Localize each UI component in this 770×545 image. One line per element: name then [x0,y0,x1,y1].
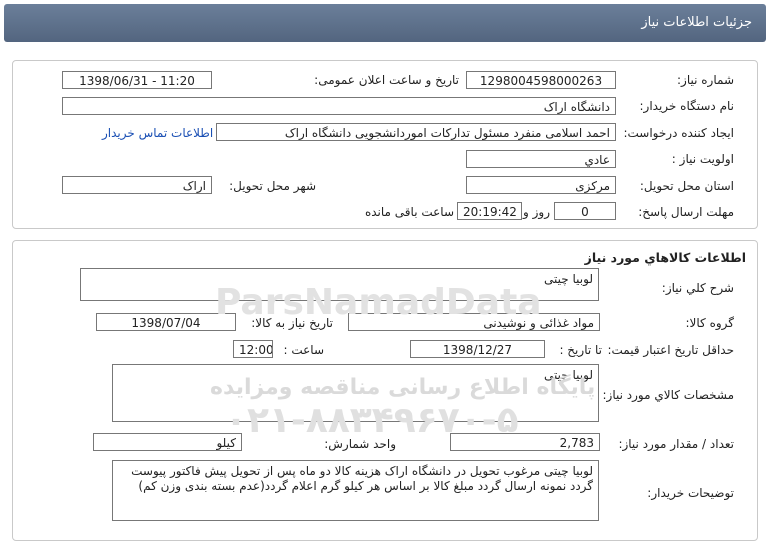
summary-field: لوبیا چیتی [80,268,599,301]
buyer-notes-label: توضیحات خریدار: [647,486,734,500]
days-field: 0 [554,202,616,220]
unit-label: واحد شمارش: [324,437,396,451]
province-label: استان محل تحویل: [639,179,734,193]
days-label: روز و [523,205,550,219]
buyer-org-label: نام دستگاه خریدار: [639,99,735,113]
group-field: مواد غذائی و نوشیدنی [348,313,600,331]
buyer-org-field: دانشگاه اراک [62,97,616,115]
page-header: جزئیات اطلاعات نیاز [4,4,766,42]
province-field: مرکزی [466,176,616,194]
qty-label: تعداد / مقدار مورد نیاز: [618,437,734,451]
announce-field: 1398/06/31 - 11:20 [62,71,212,89]
validity-date-field: 1398/12/27 [410,340,545,358]
buyer-notes-field: لوبیا چیتی مرغوب تحویل در دانشگاه اراک ه… [112,460,599,521]
need-date-label: تاریخ نیاز به کالا: [251,316,333,330]
buyer-contact-link[interactable]: اطلاعات تماس خریدار [102,126,213,140]
creator-label: ایجاد کننده درخواست: [623,126,734,140]
qty-field: 2,783 [450,433,600,451]
deadline-label: مهلت ارسال پاسخ: [638,205,734,219]
specs-field: لوبیا چیتی [112,364,599,422]
hour-label: ساعت : [283,343,324,357]
need-date-field: 1398/07/04 [96,313,236,331]
city-field: اراک [62,176,212,194]
group-label: گروه کالا: [685,316,735,330]
time-left-field: 20:19:42 [457,202,522,220]
summary-label: شرح کلي نياز: [661,281,734,295]
until-label: تا تاریخ : [559,343,602,357]
unit-field: کیلو [93,433,242,451]
specs-label: مشخصات کالاي مورد نياز: [602,388,734,402]
need-number-label: شماره نیاز: [677,73,734,87]
city-label: شهر محل تحویل: [229,179,316,193]
time-left-label: ساعت باقی مانده [364,205,454,219]
announce-label: تاریخ و ساعت اعلان عمومی: [314,73,459,87]
page-title: جزئیات اطلاعات نیاز [641,15,752,30]
priority-label: اولویت نیاز : [671,152,734,166]
need-number-field: 1298004598000263 [466,71,616,89]
priority-field: عادي [466,150,616,168]
creator-field: احمد اسلامی منفرد مسئول تدارکات اموردانش… [216,123,616,141]
goods-section-title: اطلاعات کالاهاي مورد نياز [584,250,746,265]
validity-label: حداقل تاریخ اعتبار قیمت: [607,343,734,357]
validity-time-field: 12:00 [233,340,273,358]
